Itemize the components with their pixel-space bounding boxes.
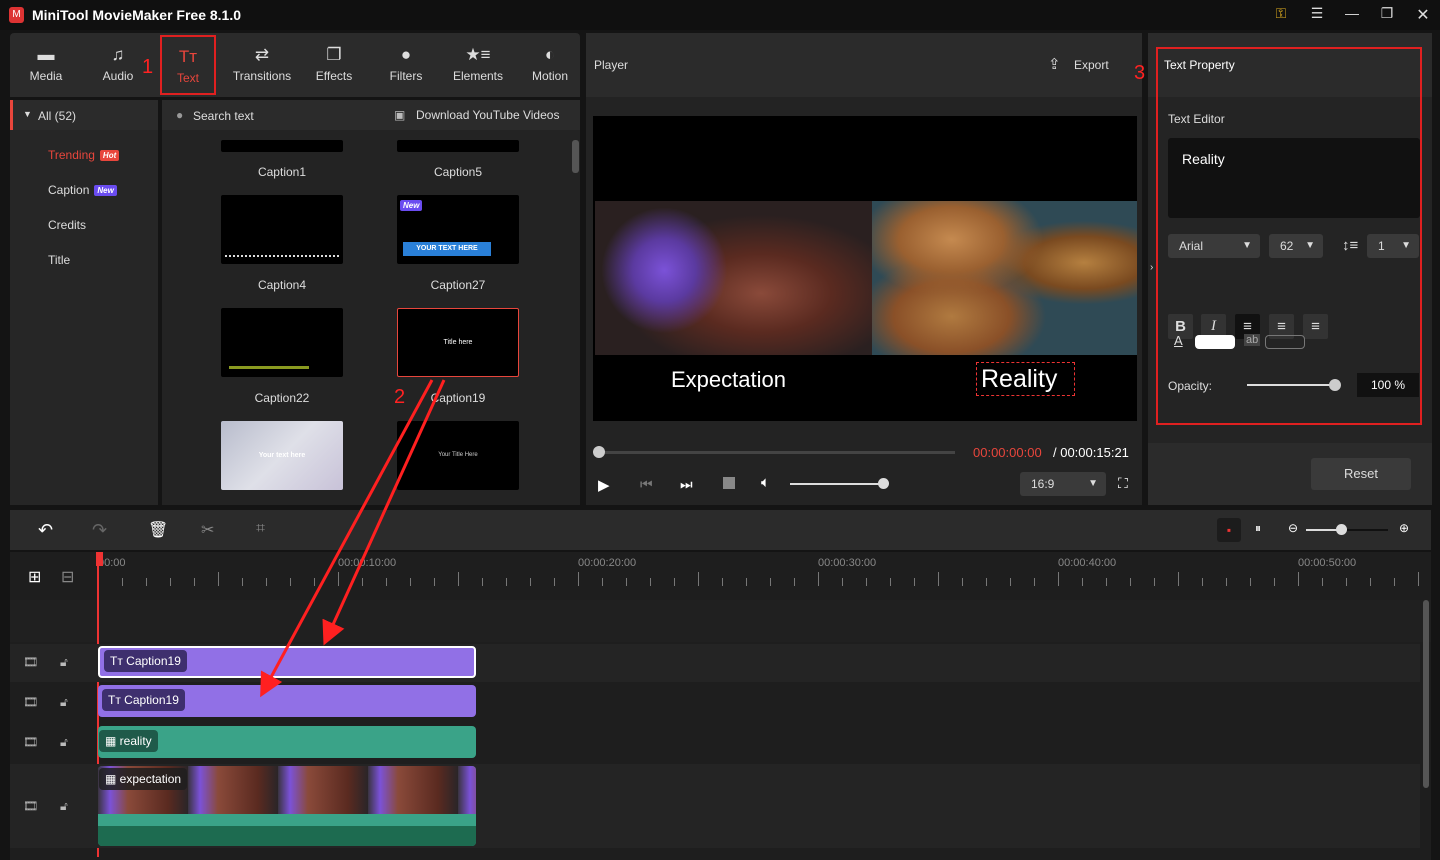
arrow-to-track-2 (260, 379, 434, 698)
annotation-arrows (260, 379, 446, 698)
arrow-to-track-1 (322, 379, 446, 646)
